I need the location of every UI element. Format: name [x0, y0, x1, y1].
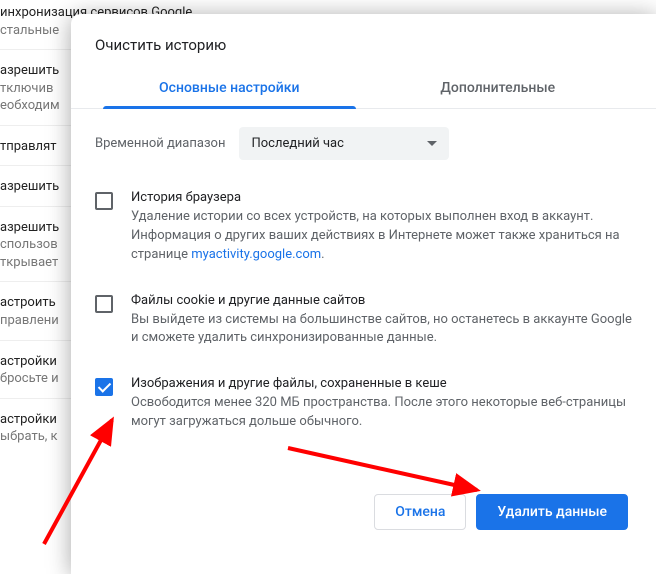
chevron-down-icon [427, 141, 437, 146]
option-cookies: Файлы cookie и другие данные сайтов Вы в… [95, 283, 632, 367]
delete-data-button[interactable]: Удалить данные [476, 494, 628, 530]
time-range-select[interactable]: Последний час [239, 127, 449, 160]
checkbox-browsing-history[interactable] [95, 192, 113, 210]
tab-basic[interactable]: Основные настройки [95, 70, 364, 108]
clear-browsing-data-dialog: Очистить историю Основные настройки Допо… [71, 14, 656, 574]
option-cached-images: Изображения и другие файлы, сохраненные … [95, 366, 632, 450]
time-range-label: Временной диапазон [95, 136, 225, 151]
dialog-footer: Отмена Удалить данные [374, 494, 628, 530]
option-desc: Освободится менее 320 МБ пространства. П… [131, 394, 632, 432]
tab-advanced[interactable]: Дополнительные [364, 70, 633, 108]
tabs: Основные настройки Дополнительные [71, 70, 656, 109]
option-desc: Вы выйдете из системы на большинстве сай… [131, 311, 632, 349]
checkbox-cached-images[interactable] [95, 378, 113, 396]
cancel-button[interactable]: Отмена [374, 494, 466, 530]
time-range-row: Временной диапазон Последний час [95, 127, 632, 160]
option-desc: Удаление истории со всех устройств, на к… [131, 208, 632, 265]
option-title: Изображения и другие файлы, сохраненные … [131, 376, 632, 391]
option-title: Файлы cookie и другие данные сайтов [131, 293, 632, 308]
checkbox-cookies[interactable] [95, 295, 113, 313]
time-range-value: Последний час [251, 136, 343, 151]
myactivity-link[interactable]: myactivity.google.com [191, 247, 321, 262]
option-title: История браузера [131, 190, 632, 205]
dialog-title: Очистить историю [71, 14, 656, 70]
dialog-body: Временной диапазон Последний час История… [71, 109, 656, 450]
option-browsing-history: История браузера Удаление истории со все… [95, 180, 632, 283]
